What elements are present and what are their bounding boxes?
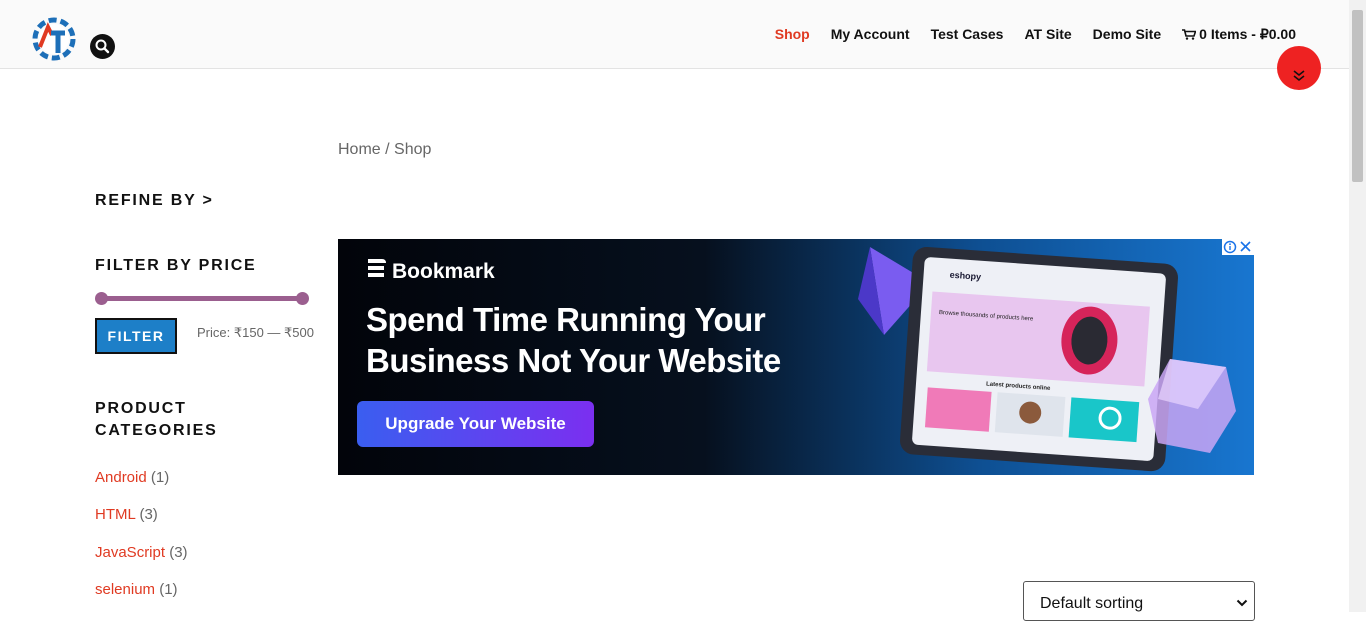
price-range-label: Price: ₹150 — ₹500 <box>197 325 314 340</box>
cart-summary: 0 Items - ₽0.00 <box>1199 26 1296 42</box>
cart-icon <box>1182 29 1197 40</box>
filter-by-price-heading: FILTER BY PRICE <box>95 257 257 274</box>
search-button[interactable] <box>90 34 115 59</box>
ad-banner[interactable]: Bookmark Spend Time Running Your Busines… <box>338 239 1254 475</box>
nav-demo-site[interactable]: Demo Site <box>1093 26 1161 43</box>
scrollbar-thumb[interactable] <box>1352 10 1363 182</box>
logo-gear-icon <box>32 17 76 61</box>
sort-selected-value: Default sorting <box>1040 595 1144 612</box>
category-count: (3) <box>169 544 188 561</box>
category-link-html[interactable]: HTML <box>95 506 135 523</box>
category-count: (1) <box>159 581 178 598</box>
price-slider-min-handle[interactable] <box>95 292 108 305</box>
search-icon <box>95 39 110 54</box>
category-link-selenium[interactable]: selenium <box>95 581 155 598</box>
price-slider-track <box>101 296 303 301</box>
category-link-android[interactable]: Android <box>95 469 147 486</box>
category-count: (3) <box>139 506 158 523</box>
nav-shop[interactable]: Shop <box>775 26 810 43</box>
ad-choices[interactable] <box>1222 239 1254 255</box>
scroll-down-button[interactable] <box>1277 46 1321 90</box>
double-chevron-down-icon <box>1293 70 1305 82</box>
nav-at-site[interactable]: AT Site <box>1024 26 1071 43</box>
filter-button[interactable]: FILTER <box>95 318 177 354</box>
sort-select[interactable]: Default sorting <box>1023 581 1255 621</box>
nav-cart[interactable]: 0 Items - ₽0.00 <box>1182 26 1296 43</box>
ad-brand: Bookmark <box>366 259 495 284</box>
category-item: Android (1) <box>95 469 169 486</box>
site-logo[interactable] <box>28 13 80 65</box>
ad-brand-name: Bookmark <box>392 260 495 283</box>
price-range-slider[interactable] <box>95 292 309 305</box>
ad-headline: Spend Time Running Your Business Not You… <box>366 301 781 379</box>
page-scrollbar[interactable] <box>1349 0 1366 612</box>
refine-by-heading: REFINE BY > <box>95 192 214 209</box>
category-link-javascript[interactable]: JavaScript <box>95 544 165 561</box>
price-slider-max-handle[interactable] <box>296 292 309 305</box>
bookmark-logo-icon <box>368 259 386 277</box>
nav-my-account[interactable]: My Account <box>831 26 910 43</box>
product-categories-heading: PRODUCT CATEGORIES <box>95 400 218 439</box>
ad-tablet-illustration: eshopy Browse thousands of products here… <box>858 246 1236 472</box>
breadcrumb[interactable]: Home / Shop <box>338 141 431 159</box>
chevron-down-icon <box>1236 599 1248 607</box>
ad-cta-button[interactable]: Upgrade Your Website <box>357 401 594 447</box>
main-nav: Shop My Account Test Cases AT Site Demo … <box>754 26 1296 43</box>
ad-choices-icon <box>1223 240 1251 254</box>
category-item: JavaScript (3) <box>95 544 188 561</box>
site-header: Shop My Account Test Cases AT Site Demo … <box>0 0 1349 69</box>
category-item: HTML (3) <box>95 506 158 523</box>
category-count: (1) <box>150 469 170 486</box>
nav-test-cases[interactable]: Test Cases <box>931 26 1004 43</box>
category-item: selenium (1) <box>95 581 178 598</box>
